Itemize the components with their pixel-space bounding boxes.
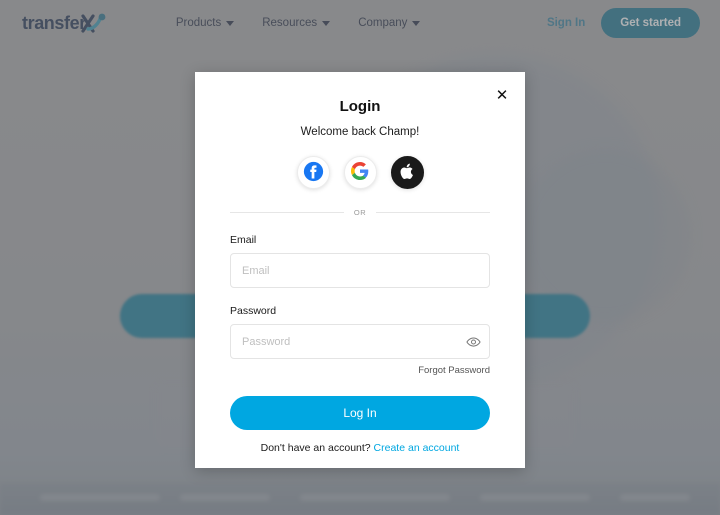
email-field-group: Email [230, 234, 490, 288]
modal-subtitle: Welcome back Champ! [300, 126, 420, 138]
or-divider: OR [230, 208, 490, 217]
facebook-icon [303, 161, 324, 185]
password-input-wrap [230, 324, 490, 359]
eye-icon[interactable] [466, 334, 481, 349]
email-label: Email [230, 234, 257, 246]
password-label: Password [230, 305, 277, 317]
email-input-wrap [230, 253, 490, 288]
divider-line-left [230, 212, 344, 213]
facebook-login-button[interactable] [296, 156, 330, 189]
divider-label: OR [353, 208, 367, 217]
google-login-button[interactable] [343, 156, 377, 189]
apple-icon [400, 163, 415, 183]
signup-prompt: Don't have an account? [260, 442, 371, 454]
login-submit-button[interactable]: Log In [230, 396, 490, 430]
google-icon [351, 162, 369, 183]
signup-row: Don't have an account? Create an account [230, 442, 490, 454]
page-root: transfer Products Resources Company [0, 0, 720, 515]
email-input[interactable] [230, 253, 490, 288]
password-input[interactable] [230, 324, 490, 359]
create-account-link[interactable]: Create an account [374, 442, 460, 454]
login-modal: ✕ Login Welcome back Champ! OR Email Ema… [195, 72, 525, 468]
apple-login-button[interactable] [390, 156, 424, 189]
forgot-password-link[interactable]: Forgot Password [230, 365, 490, 376]
close-icon[interactable]: ✕ [493, 86, 511, 104]
social-login-row [230, 156, 490, 189]
modal-title: Login [339, 98, 381, 115]
divider-line-right [376, 212, 490, 213]
password-field-group: Password Forgot Password [230, 305, 490, 376]
